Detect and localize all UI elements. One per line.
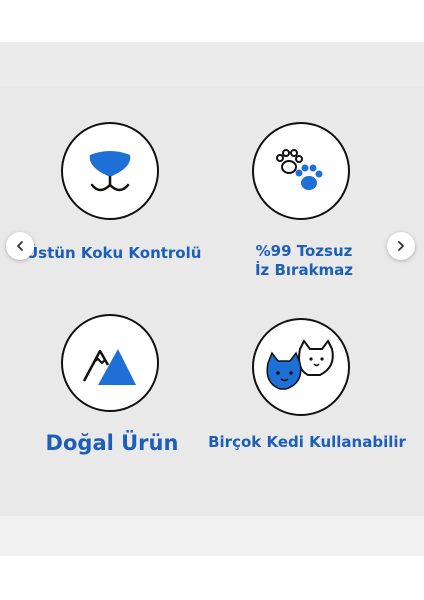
feature-natural-label: Doğal Ürün bbox=[45, 431, 179, 455]
feature-odor-label: Üstün Koku Kontrolü bbox=[26, 244, 202, 262]
chevron-left-icon bbox=[17, 241, 23, 251]
carousel-prev-button[interactable] bbox=[6, 232, 34, 260]
paw-prints-icon bbox=[276, 149, 323, 190]
feature-dust-label-line2: İz Bırakmaz bbox=[254, 260, 354, 279]
feature-natural-circle bbox=[61, 314, 159, 412]
feature-odor-circle bbox=[61, 122, 159, 220]
cats-icon bbox=[266, 339, 334, 390]
bottom-band bbox=[0, 516, 424, 556]
feature-dust-circle bbox=[252, 122, 350, 220]
feature-multicat-circle bbox=[252, 318, 350, 416]
feature-dust-label: %99 Tozsuz İz Bırakmaz bbox=[226, 242, 382, 280]
cat-nose-icon bbox=[89, 151, 131, 192]
mountain-icon bbox=[82, 349, 136, 385]
carousel-next-button[interactable] bbox=[387, 232, 415, 260]
chevron-right-icon bbox=[398, 241, 404, 251]
feature-dust-label-line1: %99 Tozsuz bbox=[255, 242, 353, 260]
product-feature-gallery: Üstün Koku Kontrolü %99 Tozsuz İz Bırakm… bbox=[0, 0, 424, 600]
feature-multicat-label: Birçok Kedi Kullanabilir bbox=[208, 433, 406, 451]
top-band bbox=[0, 42, 424, 86]
